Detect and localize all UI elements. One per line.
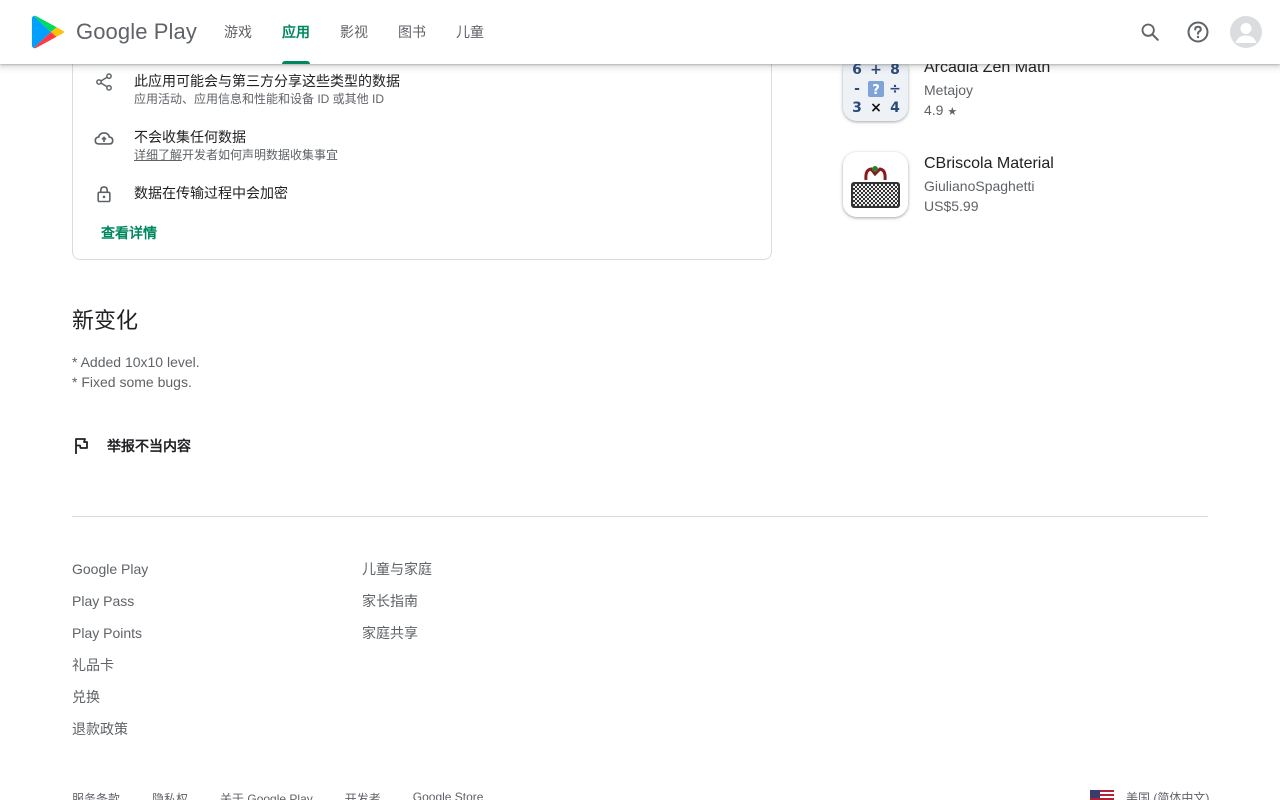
footer-link-family-sharing[interactable]: 家庭共享 <box>362 623 432 655</box>
footer-bottom-links: 服务条款 隐私权 关于 Google Play 开发者 Google Store <box>72 790 515 800</box>
footer-column-title: Google Play <box>72 561 149 577</box>
data-safety-subtitle: 详细了解开发者如何声明数据收集事宜 <box>134 147 734 163</box>
cloud-upload-icon <box>93 127 115 149</box>
svg-text:4: 4 <box>890 100 900 116</box>
similar-app-arcadia-zen-math[interactable]: 6 +8 - ÷ 3 × 4 ? Arcadia Zen Math Metajoy 4.… <box>843 56 1050 121</box>
svg-text:-: - <box>854 81 860 97</box>
top-app-bar: Google Play 游戏 应用 影视 图书 儿童 <box>0 0 1280 64</box>
svg-text:÷: ÷ <box>889 81 901 97</box>
footer-link-gift-cards[interactable]: 礼品卡 <box>72 655 148 687</box>
help-icon[interactable] <box>1182 16 1214 48</box>
footer-link-privacy[interactable]: 隐私权 <box>152 790 188 800</box>
main-nav: 游戏 应用 影视 图书 儿童 <box>224 0 514 64</box>
svg-text:8: 8 <box>890 62 900 78</box>
app-icon-cbriscola <box>843 152 908 217</box>
see-details-link[interactable]: 查看详情 <box>101 223 157 243</box>
region-label: 美国 (简体中文) <box>1126 791 1210 800</box>
svg-text:3: 3 <box>852 100 862 116</box>
account-avatar[interactable] <box>1230 16 1262 48</box>
learn-more-link[interactable]: 详细了解 <box>134 148 182 162</box>
tab-apps[interactable]: 应用 <box>282 0 310 64</box>
tab-books[interactable]: 图书 <box>398 0 426 64</box>
data-safety-subtitle-text: 开发者如何声明数据收集事宜 <box>182 148 339 162</box>
app-icon-arcadia: 6 +8 - ÷ 3 × 4 ? <box>843 56 908 121</box>
search-icon[interactable] <box>1134 16 1166 48</box>
report-content-button[interactable]: 举报不当内容 <box>72 436 191 456</box>
data-safety-subtitle: 应用活动、应用信息和性能和设备 ID 或其他 ID <box>134 92 385 106</box>
footer-column-kids-family: 儿童与家庭 家长指南 家庭共享 <box>362 559 432 655</box>
footer-link-play-pass[interactable]: Play Pass <box>72 591 148 623</box>
footer-link-google-store[interactable]: Google Store <box>413 790 484 800</box>
footer-link-parent-guide[interactable]: 家长指南 <box>362 591 432 623</box>
tab-games[interactable]: 游戏 <box>224 0 252 64</box>
app-name: CBriscola Material <box>924 155 1054 172</box>
whats-new-notes: * Added 10x10 level. * Fixed some bugs. <box>72 352 200 392</box>
footer-column-google-play: Google Play Play Pass Play Points 礼品卡 兑换… <box>72 559 148 751</box>
footer-link-about[interactable]: 关于 Google Play <box>220 790 313 800</box>
footer-divider <box>72 516 1208 517</box>
footer-link-play-points[interactable]: Play Points <box>72 623 148 655</box>
svg-text:6: 6 <box>852 62 862 78</box>
rating-value: 4.9 <box>924 102 944 118</box>
flag-icon <box>72 437 90 455</box>
share-icon <box>93 71 115 93</box>
data-safety-card: 此应用可能会与第三方分享这些类型的数据 应用活动、应用信息和性能和设备 ID 或… <box>72 30 772 260</box>
data-safety-row-collection: 不会收集任何数据 详细了解开发者如何声明数据收集事宜 <box>93 127 338 162</box>
app-developer: Metajoy <box>924 82 974 98</box>
data-safety-title: 此应用可能会与第三方分享这些类型的数据 <box>134 73 400 89</box>
footer-link-refund-policy[interactable]: 退款政策 <box>72 719 148 751</box>
data-safety-title: 不会收集任何数据 <box>134 129 246 145</box>
whats-new-title: 新变化 <box>72 308 139 333</box>
app-developer: GiulianoSpaghetti <box>924 178 1035 194</box>
footer-link-developers[interactable]: 开发者 <box>345 790 381 800</box>
data-safety-row-sharing: 此应用可能会与第三方分享这些类型的数据 应用活动、应用信息和性能和设备 ID 或… <box>93 71 400 106</box>
data-safety-row-encryption: 数据在传输过程中会加密 <box>93 183 288 205</box>
whats-new-line: * Fixed some bugs. <box>72 374 192 390</box>
person-icon <box>1235 23 1257 43</box>
app-price: US$5.99 <box>924 198 979 214</box>
whats-new-line: * Added 10x10 level. <box>72 354 200 370</box>
footer-column-title: 儿童与家庭 <box>362 561 432 577</box>
star-icon: ★ <box>947 106 958 118</box>
us-flag-icon <box>1090 789 1114 800</box>
report-label: 举报不当内容 <box>107 438 191 454</box>
svg-text:?: ? <box>872 83 880 98</box>
footer-link-redeem[interactable]: 兑换 <box>72 687 148 719</box>
play-logo-icon <box>31 15 65 49</box>
tab-movies[interactable]: 影视 <box>340 0 368 64</box>
brand-name: Google Play <box>76 19 197 44</box>
region-selector[interactable]: 美国 (简体中文) <box>1090 789 1209 800</box>
data-safety-title: 数据在传输过程中会加密 <box>134 185 288 201</box>
footer-link-terms[interactable]: 服务条款 <box>72 790 120 800</box>
svg-text:+: + <box>870 62 882 78</box>
svg-text:×: × <box>870 100 882 116</box>
similar-app-cbriscola-material[interactable]: CBriscola Material GiulianoSpaghetti US$… <box>843 152 1054 217</box>
google-play-logo[interactable]: Google Play <box>30 13 197 51</box>
tab-kids[interactable]: 儿童 <box>456 0 484 64</box>
lock-icon <box>93 183 115 205</box>
app-rating: 4.9 ★ <box>924 100 1224 122</box>
